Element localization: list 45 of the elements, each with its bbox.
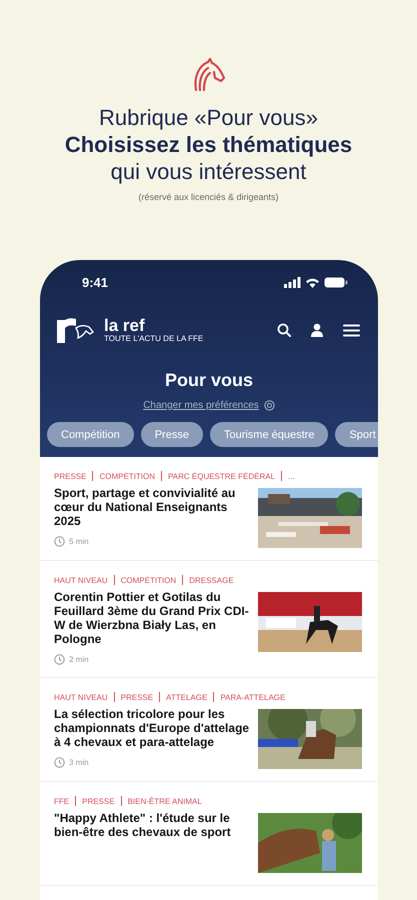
menu-icon[interactable] <box>343 324 360 336</box>
logo-icon <box>56 316 94 344</box>
article-title[interactable]: Corentin Pottier et Gotilas du Feuillard 3ème du Grand Prix CDI-W de Wierzbna Biały Las, en Pologne <box>54 590 250 646</box>
read-time: 5 min <box>69 537 89 546</box>
article-title[interactable]: Sport, partage et convivialité au cœur du National Enseignants 2025 <box>54 486 250 528</box>
app-logo-name: la ref <box>104 316 146 334</box>
article-tag[interactable]: COMPÉTITION <box>99 472 156 480</box>
clock-icon <box>54 757 65 768</box>
article-tag[interactable]: FFE <box>54 796 70 806</box>
promo-heading: Rubrique «Pour vous» <box>99 104 318 131</box>
preferences-link[interactable]: Changer mes préférences <box>143 400 259 411</box>
promo-note: (réservé aux licenciés & dirigeants) <box>138 192 279 202</box>
article-tag[interactable]: PRESSE <box>120 692 154 702</box>
app-tagline: TOUTE L'ACTU DE LA FFE <box>104 334 204 344</box>
clock-icon <box>54 536 65 547</box>
article-tag[interactable]: ... <box>288 472 295 480</box>
article-tag[interactable]: ATTELAGE <box>166 692 208 702</box>
topic-chip[interactable]: Compétition <box>47 422 134 447</box>
topic-chip[interactable]: Presse <box>140 422 203 447</box>
article-tag[interactable]: COMPÉTITION <box>120 576 176 584</box>
article-title[interactable]: La sélection tricolore pour les championnats d'Europe d'attelage à 4 chevaux et para-attelage <box>54 707 250 749</box>
read-time: 2 min <box>69 655 89 664</box>
article-tag[interactable]: PRESSE <box>54 472 86 480</box>
promo-heading: qui vous intéressent <box>110 158 306 185</box>
topic-chip[interactable]: Sport <box>335 422 378 447</box>
article-tag[interactable]: PARA-ATTELAGE <box>220 692 286 702</box>
settings-icon[interactable] <box>264 400 275 411</box>
search-icon[interactable] <box>277 323 291 337</box>
article-tag[interactable]: BIEN-ÊTRE ANIMAL <box>128 796 202 806</box>
article-tag[interactable]: PRESSE <box>82 796 115 806</box>
page-title: Pour vous <box>164 370 254 391</box>
topic-chip[interactable]: Tourisme équestre <box>210 422 328 447</box>
wifi-icon <box>305 276 320 288</box>
status-time: 9:41 <box>82 274 108 290</box>
user-icon[interactable] <box>311 323 323 337</box>
battery-icon <box>324 276 348 288</box>
article-tag[interactable]: HAUT NIVEAU <box>54 692 108 702</box>
article-tag[interactable]: PARC ÉQUESTRE FÉDÉRAL <box>168 472 276 480</box>
article-tag[interactable]: DRESSAGE <box>189 576 234 584</box>
read-time: 3 min <box>69 758 89 767</box>
promo-heading: Choisissez les thématiques <box>64 131 352 158</box>
article-tag[interactable]: HAUT NIVEAU <box>54 576 108 584</box>
clock-icon <box>54 654 65 665</box>
article-title[interactable]: "Happy Athlete" : l'étude sur le bien-être des chevaux de sport <box>54 811 250 839</box>
signal-icon <box>284 276 301 288</box>
